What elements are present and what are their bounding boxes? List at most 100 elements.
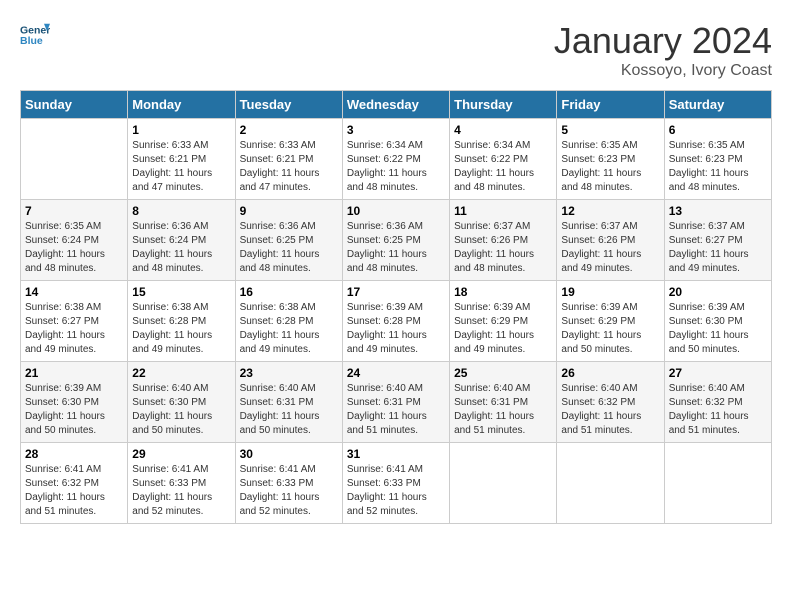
weekday-header: Tuesday <box>235 91 342 119</box>
cell-info: Sunrise: 6:35 AMSunset: 6:24 PMDaylight:… <box>25 220 123 276</box>
page-subtitle: Kossoyo, Ivory Coast <box>554 62 772 80</box>
calendar-week: 28 Sunrise: 6:41 AMSunset: 6:32 PMDayligh… <box>21 443 772 524</box>
cell-info: Sunrise: 6:39 AMSunset: 6:29 PMDaylight:… <box>561 301 659 357</box>
day-number: 19 <box>561 285 659 299</box>
day-number: 24 <box>347 366 445 380</box>
calendar-cell: 16Sunrise: 6:38 AMSunset: 6:28 PMDayligh… <box>235 281 342 362</box>
day-number: 29 <box>132 447 230 461</box>
cell-info: Sunrise: 6:40 AMSunset: 6:30 PMDaylight:… <box>132 382 230 438</box>
calendar-cell: 15 Sunrise: 6:38 AMSunset: 6:28 PMDayligh… <box>128 281 235 362</box>
calendar-cell: 6Sunrise: 6:35 AMSunset: 6:23 PMDaylight… <box>664 119 771 200</box>
cell-info: Sunrise: 6:37 AMSunset: 6:26 PMDaylight:… <box>561 220 659 276</box>
day-number: 2 <box>240 123 338 137</box>
cell-info: Sunrise: 6:41 AMSunset: 6:33 PMDaylight:… <box>347 463 445 519</box>
calendar-cell: 14 Sunrise: 6:38 AMSunset: 6:27 PMDayligh… <box>21 281 128 362</box>
day-number: 31 <box>347 447 445 461</box>
day-number: 20 <box>669 285 767 299</box>
cell-info: Sunrise: 6:36 AMSunset: 6:25 PMDaylight:… <box>240 220 338 276</box>
day-number: 25 <box>454 366 552 380</box>
cell-info: Sunrise: 6:40 AMSunset: 6:32 PMDaylight:… <box>561 382 659 438</box>
calendar-table: SundayMondayTuesdayWednesdayThursdayFrid… <box>20 90 772 524</box>
cell-info: Sunrise: 6:33 AMSunset: 6:21 PMDaylight:… <box>240 139 338 195</box>
svg-text:Blue: Blue <box>20 35 43 47</box>
calendar-cell: 20Sunrise: 6:39 AMSunset: 6:30 PMDayligh… <box>664 281 771 362</box>
day-number: 5 <box>561 123 659 137</box>
day-number: 8 <box>132 204 230 218</box>
cell-info: Sunrise: 6:33 AMSunset: 6:21 PMDaylight:… <box>132 139 230 195</box>
cell-info: Sunrise: 6:39 AMSunset: 6:30 PMDaylight:… <box>25 382 123 438</box>
calendar-cell: 12Sunrise: 6:37 AMSunset: 6:26 PMDayligh… <box>557 200 664 281</box>
cell-info: Sunrise: 6:36 AMSunset: 6:24 PMDaylight:… <box>132 220 230 276</box>
cell-info: Sunrise: 6:41 AMSunset: 6:32 PMDaylight:… <box>25 463 123 519</box>
calendar-cell: 2 Sunrise: 6:33 AMSunset: 6:21 PMDaylight… <box>235 119 342 200</box>
cell-info: Sunrise: 6:37 AMSunset: 6:26 PMDaylight:… <box>454 220 552 276</box>
logo-icon: General Blue <box>20 20 50 50</box>
day-number: 23 <box>240 366 338 380</box>
day-number: 14 <box>25 285 123 299</box>
cell-info: Sunrise: 6:35 AMSunset: 6:23 PMDaylight:… <box>669 139 767 195</box>
calendar-cell: 7 Sunrise: 6:35 AMSunset: 6:24 PMDaylight… <box>21 200 128 281</box>
calendar-cell: 21 Sunrise: 6:39 AMSunset: 6:30 PMDayligh… <box>21 362 128 443</box>
day-number: 3 <box>347 123 445 137</box>
calendar-cell: 27 Sunrise: 6:40 AMSunset: 6:32 PMDayligh… <box>664 362 771 443</box>
weekday-header: Wednesday <box>342 91 449 119</box>
cell-info: Sunrise: 6:40 AMSunset: 6:32 PMDaylight:… <box>669 382 767 438</box>
calendar-cell: 11 Sunrise: 6:37 AMSunset: 6:26 PMDayligh… <box>450 200 557 281</box>
day-number: 7 <box>25 204 123 218</box>
calendar-week: 21 Sunrise: 6:39 AMSunset: 6:30 PMDayligh… <box>21 362 772 443</box>
day-number: 22 <box>132 366 230 380</box>
day-number: 4 <box>454 123 552 137</box>
cell-info: Sunrise: 6:34 AMSunset: 6:22 PMDaylight:… <box>347 139 445 195</box>
weekday-header: Thursday <box>450 91 557 119</box>
title-block: January 2024 Kossoyo, Ivory Coast <box>554 20 772 80</box>
day-number: 21 <box>25 366 123 380</box>
day-number: 18 <box>454 285 552 299</box>
calendar-cell: 17 Sunrise: 6:39 AMSunset: 6:28 PMDayligh… <box>342 281 449 362</box>
cell-info: Sunrise: 6:40 AMSunset: 6:31 PMDaylight:… <box>347 382 445 438</box>
cell-info: Sunrise: 6:35 AMSunset: 6:23 PMDaylight:… <box>561 139 659 195</box>
day-number: 30 <box>240 447 338 461</box>
calendar-cell: 13 Sunrise: 6:37 AMSunset: 6:27 PMDayligh… <box>664 200 771 281</box>
cell-info: Sunrise: 6:39 AMSunset: 6:28 PMDaylight:… <box>347 301 445 357</box>
calendar-cell: 29Sunrise: 6:41 AMSunset: 6:33 PMDayligh… <box>128 443 235 524</box>
calendar-cell <box>664 443 771 524</box>
calendar-cell: 24 Sunrise: 6:40 AMSunset: 6:31 PMDayligh… <box>342 362 449 443</box>
calendar-cell: 19 Sunrise: 6:39 AMSunset: 6:29 PMDayligh… <box>557 281 664 362</box>
calendar-cell: 9 Sunrise: 6:36 AMSunset: 6:25 PMDaylight… <box>235 200 342 281</box>
day-number: 1 <box>132 123 230 137</box>
cell-info: Sunrise: 6:38 AMSunset: 6:27 PMDaylight:… <box>25 301 123 357</box>
calendar-cell: 10 Sunrise: 6:36 AMSunset: 6:25 PMDayligh… <box>342 200 449 281</box>
calendar-cell <box>557 443 664 524</box>
cell-info: Sunrise: 6:34 AMSunset: 6:22 PMDaylight:… <box>454 139 552 195</box>
weekday-header: Sunday <box>21 91 128 119</box>
calendar-cell: 22 Sunrise: 6:40 AMSunset: 6:30 PMDayligh… <box>128 362 235 443</box>
calendar-cell <box>450 443 557 524</box>
calendar-cell: 30Sunrise: 6:41 AMSunset: 6:33 PMDayligh… <box>235 443 342 524</box>
cell-info: Sunrise: 6:40 AMSunset: 6:31 PMDaylight:… <box>454 382 552 438</box>
calendar-week: 7 Sunrise: 6:35 AMSunset: 6:24 PMDaylight… <box>21 200 772 281</box>
day-number: 13 <box>669 204 767 218</box>
weekday-header: Monday <box>128 91 235 119</box>
page-title: January 2024 <box>554 20 772 62</box>
weekday-header: Friday <box>557 91 664 119</box>
day-number: 10 <box>347 204 445 218</box>
day-number: 9 <box>240 204 338 218</box>
cell-info: Sunrise: 6:38 AMSunset: 6:28 PMDaylight:… <box>132 301 230 357</box>
calendar-cell: 18Sunrise: 6:39 AMSunset: 6:29 PMDayligh… <box>450 281 557 362</box>
day-number: 17 <box>347 285 445 299</box>
logo: General Blue <box>20 20 50 50</box>
calendar-cell: 26 Sunrise: 6:40 AMSunset: 6:32 PMDayligh… <box>557 362 664 443</box>
calendar-week: 14 Sunrise: 6:38 AMSunset: 6:27 PMDayligh… <box>21 281 772 362</box>
weekday-header: Saturday <box>664 91 771 119</box>
cell-info: Sunrise: 6:37 AMSunset: 6:27 PMDaylight:… <box>669 220 767 276</box>
page-header: General Blue January 2024 Kossoyo, Ivory… <box>20 20 772 80</box>
calendar-week: 1 Sunrise: 6:33 AMSunset: 6:21 PMDaylight… <box>21 119 772 200</box>
day-number: 26 <box>561 366 659 380</box>
day-number: 27 <box>669 366 767 380</box>
day-number: 16 <box>240 285 338 299</box>
day-number: 11 <box>454 204 552 218</box>
day-number: 28 <box>25 447 123 461</box>
cell-info: Sunrise: 6:36 AMSunset: 6:25 PMDaylight:… <box>347 220 445 276</box>
calendar-cell: 1 Sunrise: 6:33 AMSunset: 6:21 PMDaylight… <box>128 119 235 200</box>
day-number: 15 <box>132 285 230 299</box>
